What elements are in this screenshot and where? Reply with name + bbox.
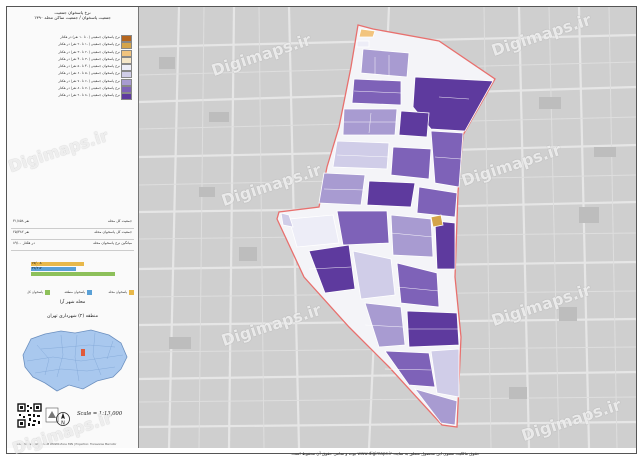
legend-label: نرخ پاسخوان جمعیتی (۱۰ تا ۲۰ نفر) در هکت… bbox=[58, 42, 120, 47]
legend-item: نرخ پاسخوان جمعیتی (۰ تا ۱۰ نفر) در هکتا… bbox=[11, 34, 134, 42]
legend-list: نرخ پاسخوان جمعیتی (۰ تا ۱۰ نفر) در هکتا… bbox=[11, 34, 134, 101]
neighborhood-name: محله شهر آرا bbox=[59, 300, 86, 305]
legend-swatch bbox=[121, 93, 132, 101]
bar-legend-swatch bbox=[87, 290, 92, 295]
bar-legend-label: پاسخوان کل bbox=[27, 290, 43, 294]
legend-label: نرخ پاسخوان جمعیتی (۲۰ تا ۳۰ نفر) در هکت… bbox=[58, 49, 120, 54]
legend-item: نرخ پاسخوان جمعیتی (۴۰ تا ۵۰ نفر) در هکت… bbox=[11, 63, 134, 72]
bar-legend-item: پاسخوان کل bbox=[12, 288, 50, 296]
stat-total-population: جمعیت کل محله ۳۱/۸۵۸ نفر bbox=[11, 218, 134, 229]
stat-value: ۸۹/۰۰ در هکتار bbox=[13, 241, 35, 245]
main-map: Digimaps.ir Digimaps.ir Digimaps.ir Digi… bbox=[139, 7, 636, 448]
stat-label: جمعیت کل پاسخوان محله bbox=[94, 230, 132, 234]
legend-label: نرخ پاسخوان جمعیتی (۵۰ تا ۶۰ نفر) در هکت… bbox=[58, 71, 120, 76]
stat-average-rate: میانگین نرخ پاسخوان محله ۸۹/۰۰ در هکتار bbox=[11, 240, 134, 251]
stats-table: جمعیت کل محله ۳۱/۸۵۸ نفر جمعیت کل پاسخوا… bbox=[11, 218, 134, 251]
stat-label: میانگین نرخ پاسخوان محله bbox=[93, 241, 132, 245]
bar-legend-item: پاسخوان محله bbox=[96, 288, 134, 296]
bar-legend-label: پاسخوان محله bbox=[108, 290, 127, 294]
legend-item: نرخ پاسخوان جمعیتی (۷۰ تا ۸۰ نفر) در هکت… bbox=[11, 85, 134, 94]
region-name: منطقه (۲) شهرداری تهران bbox=[46, 314, 99, 319]
bar-legend-swatch bbox=[45, 290, 50, 295]
comparison-bars: ۷۷/۰۰۸ ۳۶/۶۱۷ bbox=[31, 261, 117, 276]
stat-label: جمعیت کل محله bbox=[107, 219, 132, 223]
comparison-bar-fill bbox=[31, 271, 116, 276]
qr-code-icon bbox=[17, 403, 42, 428]
comparison-bar: ۷۷/۰۰۸ bbox=[31, 261, 117, 266]
legend-panel: نرخ پاسخوان جمعیت جمعیت پاسخوان / جمعیت … bbox=[7, 7, 139, 448]
comparison-bar: ۳۶/۶۱۷ bbox=[31, 266, 117, 271]
tehran-inset-map bbox=[17, 325, 132, 397]
stat-value: ۲۵/۳۸۲ نفر bbox=[13, 230, 30, 234]
legend-label: نرخ پاسخوان جمعیتی (۰ تا ۱۰ نفر) در هکتا… bbox=[60, 35, 120, 39]
comparison-bar-label: ۷۷/۰۰۸ bbox=[32, 261, 42, 266]
bar-legend-swatch bbox=[129, 290, 134, 295]
stat-value: ۳۱/۸۵۸ نفر bbox=[13, 219, 30, 223]
inset-city-outline bbox=[22, 329, 128, 392]
comparison-bar-label: ۳۶/۶۱۷ bbox=[32, 266, 42, 271]
inset-highlight bbox=[81, 349, 85, 356]
legend-label: نرخ پاسخوان جمعیتی (۶۰ تا ۷۰ نفر) در هکت… bbox=[58, 78, 120, 83]
legend-item: نرخ پاسخوان جمعیتی (۱۰ تا ۲۰ نفر) در هکت… bbox=[11, 41, 134, 50]
legend-item: نرخ پاسخوان جمعیتی (۶۰ تا ۷۰ نفر) در هکت… bbox=[11, 78, 134, 86]
stat-respondent-population: جمعیت کل پاسخوان محله ۲۵/۳۸۲ نفر bbox=[11, 229, 134, 240]
legend-item: نرخ پاسخوان جمعیتی (۲۰ تا ۳۰ نفر) در هکت… bbox=[11, 49, 134, 57]
legend-label: نرخ پاسخوان جمعیتی (۸۰ تا ۹۰ نفر) در هکت… bbox=[58, 93, 120, 98]
legend-title-line2: جمعیت پاسخوان / جمعیت ساکن محله ۱۳۹۰ bbox=[34, 15, 111, 20]
legend-item: نرخ پاسخوان جمعیتی (۵۰ تا ۶۰ نفر) در هکت… bbox=[11, 70, 134, 79]
bar-legend-label: پاسخوان منطقه bbox=[64, 290, 85, 294]
bar-legend-item: پاسخوان منطقه bbox=[54, 288, 92, 296]
comparison-bar bbox=[31, 271, 117, 276]
legend-label: نرخ پاسخوان جمعیتی (۳۰ تا ۴۰ نفر) در هکت… bbox=[58, 56, 120, 61]
legend-label: نرخ پاسخوان جمعیتی (۷۰ تا ۸۰ نفر) در هکت… bbox=[58, 86, 120, 91]
copyright-notice: حقوق مالکیت معنوی این محصول متعلق به سای… bbox=[290, 451, 480, 456]
bar-legend: پاسخوان محله پاسخوان منطقه پاسخوان کل bbox=[11, 288, 134, 298]
legend-title: نرخ پاسخوان جمعیت جمعیت پاسخوان / جمعیت … bbox=[11, 10, 134, 20]
legend-item: نرخ پاسخوان جمعیتی (۳۰ تا ۴۰ نفر) در هکت… bbox=[11, 56, 134, 64]
legend-label: نرخ پاسخوان جمعیتی (۴۰ تا ۵۰ نفر) در هکت… bbox=[58, 64, 120, 69]
legend-item: نرخ پاسخوان جمعیتی (۸۰ تا ۹۰ نفر) در هکت… bbox=[11, 92, 134, 101]
